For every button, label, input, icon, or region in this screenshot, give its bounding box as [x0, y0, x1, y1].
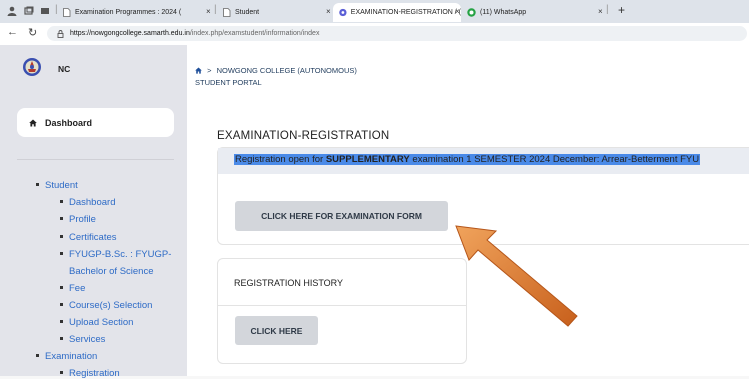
nav-label: Registration [69, 368, 120, 379]
nav-label: Profile [69, 214, 96, 225]
bullet [60, 370, 63, 374]
registration-history-card: REGISTRATION HISTORY CLICK HERE [217, 258, 467, 364]
bullet [60, 251, 63, 255]
site-info-icon[interactable] [57, 29, 64, 38]
notice-prefix: Registration open for [235, 154, 326, 165]
tab-overview-icon[interactable] [40, 6, 50, 16]
registration-card: Registration open for SUPPLEMENTARY exam… [217, 147, 749, 245]
tab-close-icon[interactable]: × [455, 7, 460, 16]
card-divider [218, 305, 466, 306]
nav-label: Certificates [69, 232, 117, 243]
tab-close-icon[interactable]: × [206, 7, 211, 16]
tab-whatsapp[interactable]: (11) WhatsApp [467, 3, 587, 22]
document-icon [63, 8, 71, 17]
new-tab-button[interactable]: + [618, 3, 625, 17]
reload-icon[interactable]: ↻ [28, 26, 37, 39]
dashboard-label: Dashboard [45, 118, 93, 128]
bullet [60, 302, 63, 306]
tab-actions-icon[interactable] [24, 6, 34, 16]
sidebar-item-examination[interactable]: Examination [36, 351, 97, 362]
notice-text: Registration open for SUPPLEMENTARY exam… [234, 154, 701, 165]
breadcrumb: > NOWGONG COLLEGE (AUTONOMOUS) STUDENT P… [195, 65, 357, 89]
sidebar-item-certificates[interactable]: Certificates [60, 232, 117, 243]
tab-label: Examination Programmes : 2024 ( [75, 9, 182, 16]
tab-divider: | [214, 4, 217, 15]
sidebar-item-fee[interactable]: Fee [60, 283, 85, 294]
bullet [36, 353, 39, 357]
brand-name: NC [58, 64, 71, 74]
samarth-icon [339, 8, 347, 17]
bullet [60, 234, 63, 238]
nav-label: FYUGP-B.Sc. : FYUGP- [69, 249, 172, 260]
bullet [60, 336, 63, 340]
tab-label: Student [235, 9, 260, 16]
notice-suffix: examination 1 SEMESTER 2024 December: Ar… [409, 154, 700, 165]
back-arrow-icon[interactable]: ← [7, 26, 18, 38]
nav-label: Student [45, 180, 78, 191]
browser-tab-bar: | Examination Programmes : 2024 ( × | St… [0, 0, 749, 23]
tab-divider: | [606, 4, 609, 15]
nav-label: Dashboard [69, 197, 116, 208]
sidebar-item-program[interactable]: FYUGP-B.Sc. : FYUGP- [60, 249, 171, 260]
sidebar: NC Dashboard Student Dashboard Profile C… [0, 45, 187, 379]
url-host: https://nowgongcollege.samarth.edu.in [70, 30, 190, 37]
home-icon [29, 119, 37, 127]
nav-label: Fee [69, 283, 86, 294]
college-logo-icon [23, 58, 41, 76]
tab-label: EXAMINATION-REGISTRATION / ( [350, 9, 461, 16]
history-click-here-button[interactable]: CLICK HERE [235, 316, 318, 345]
notice-exam-type: SUPPLEMENTARY [325, 154, 410, 165]
tab-examination-programmes[interactable]: Examination Programmes : 2024 ( [62, 3, 202, 22]
url-input[interactable]: https://nowgongcollege.samarth.edu.in/in… [47, 26, 747, 41]
sidebar-divider [17, 159, 174, 160]
whatsapp-icon [467, 8, 476, 17]
url-path: /index.php/examstudent/information/index [189, 30, 320, 37]
bullet [60, 319, 63, 323]
nav-label: Upload Section [69, 317, 134, 328]
tab-divider: | [55, 4, 58, 15]
sidebar-item-services[interactable]: Services [60, 334, 105, 345]
tab-examination-registration[interactable]: EXAMINATION-REGISTRATION / ( [333, 3, 461, 22]
sidebar-item-upload-section[interactable]: Upload Section [60, 317, 133, 328]
registration-notice: Registration open for SUPPLEMENTARY exam… [218, 148, 749, 174]
breadcrumb-separator: > [207, 66, 212, 75]
sidebar-item-student[interactable]: Student [36, 180, 78, 191]
nav-label: Bachelor of Science [69, 266, 154, 277]
sidebar-item-profile[interactable]: Profile [60, 214, 96, 225]
home-icon[interactable] [195, 67, 202, 74]
sidebar-item-registration[interactable]: Registration [60, 368, 120, 379]
tab-close-icon[interactable]: × [598, 7, 603, 16]
profile-icon[interactable] [7, 6, 17, 16]
tab-close-icon[interactable]: × [326, 7, 331, 16]
bullet [60, 199, 63, 203]
nav-label: Examination [45, 351, 98, 362]
bullet [60, 216, 63, 220]
tab-label: (11) WhatsApp [480, 9, 527, 16]
history-title: REGISTRATION HISTORY [234, 278, 344, 288]
main-content: > NOWGONG COLLEGE (AUTONOMOUS) STUDENT P… [187, 45, 749, 376]
address-bar-row: ← ↻ https://nowgongcollege.samarth.edu.i… [0, 23, 749, 46]
document-icon [223, 8, 231, 17]
breadcrumb-college[interactable]: NOWGONG COLLEGE (AUTONOMOUS) [217, 66, 357, 75]
bullet [36, 182, 39, 186]
page-title: EXAMINATION-REGISTRATION [217, 130, 390, 142]
nav-label: Course(s) Selection [69, 300, 153, 311]
sidebar-item-course-selection[interactable]: Course(s) Selection [60, 300, 152, 311]
examination-form-button[interactable]: CLICK HERE FOR EXAMINATION FORM [235, 201, 448, 231]
sidebar-item-program-line2[interactable]: Bachelor of Science [69, 266, 154, 277]
sidebar-item-dashboard[interactable]: Dashboard [60, 197, 115, 208]
sidebar-dashboard-button[interactable]: Dashboard [17, 108, 174, 137]
bullet [60, 285, 63, 289]
tab-student[interactable]: Student [222, 3, 312, 22]
breadcrumb-portal: STUDENT PORTAL [195, 78, 262, 87]
nav-label: Services [69, 334, 106, 345]
